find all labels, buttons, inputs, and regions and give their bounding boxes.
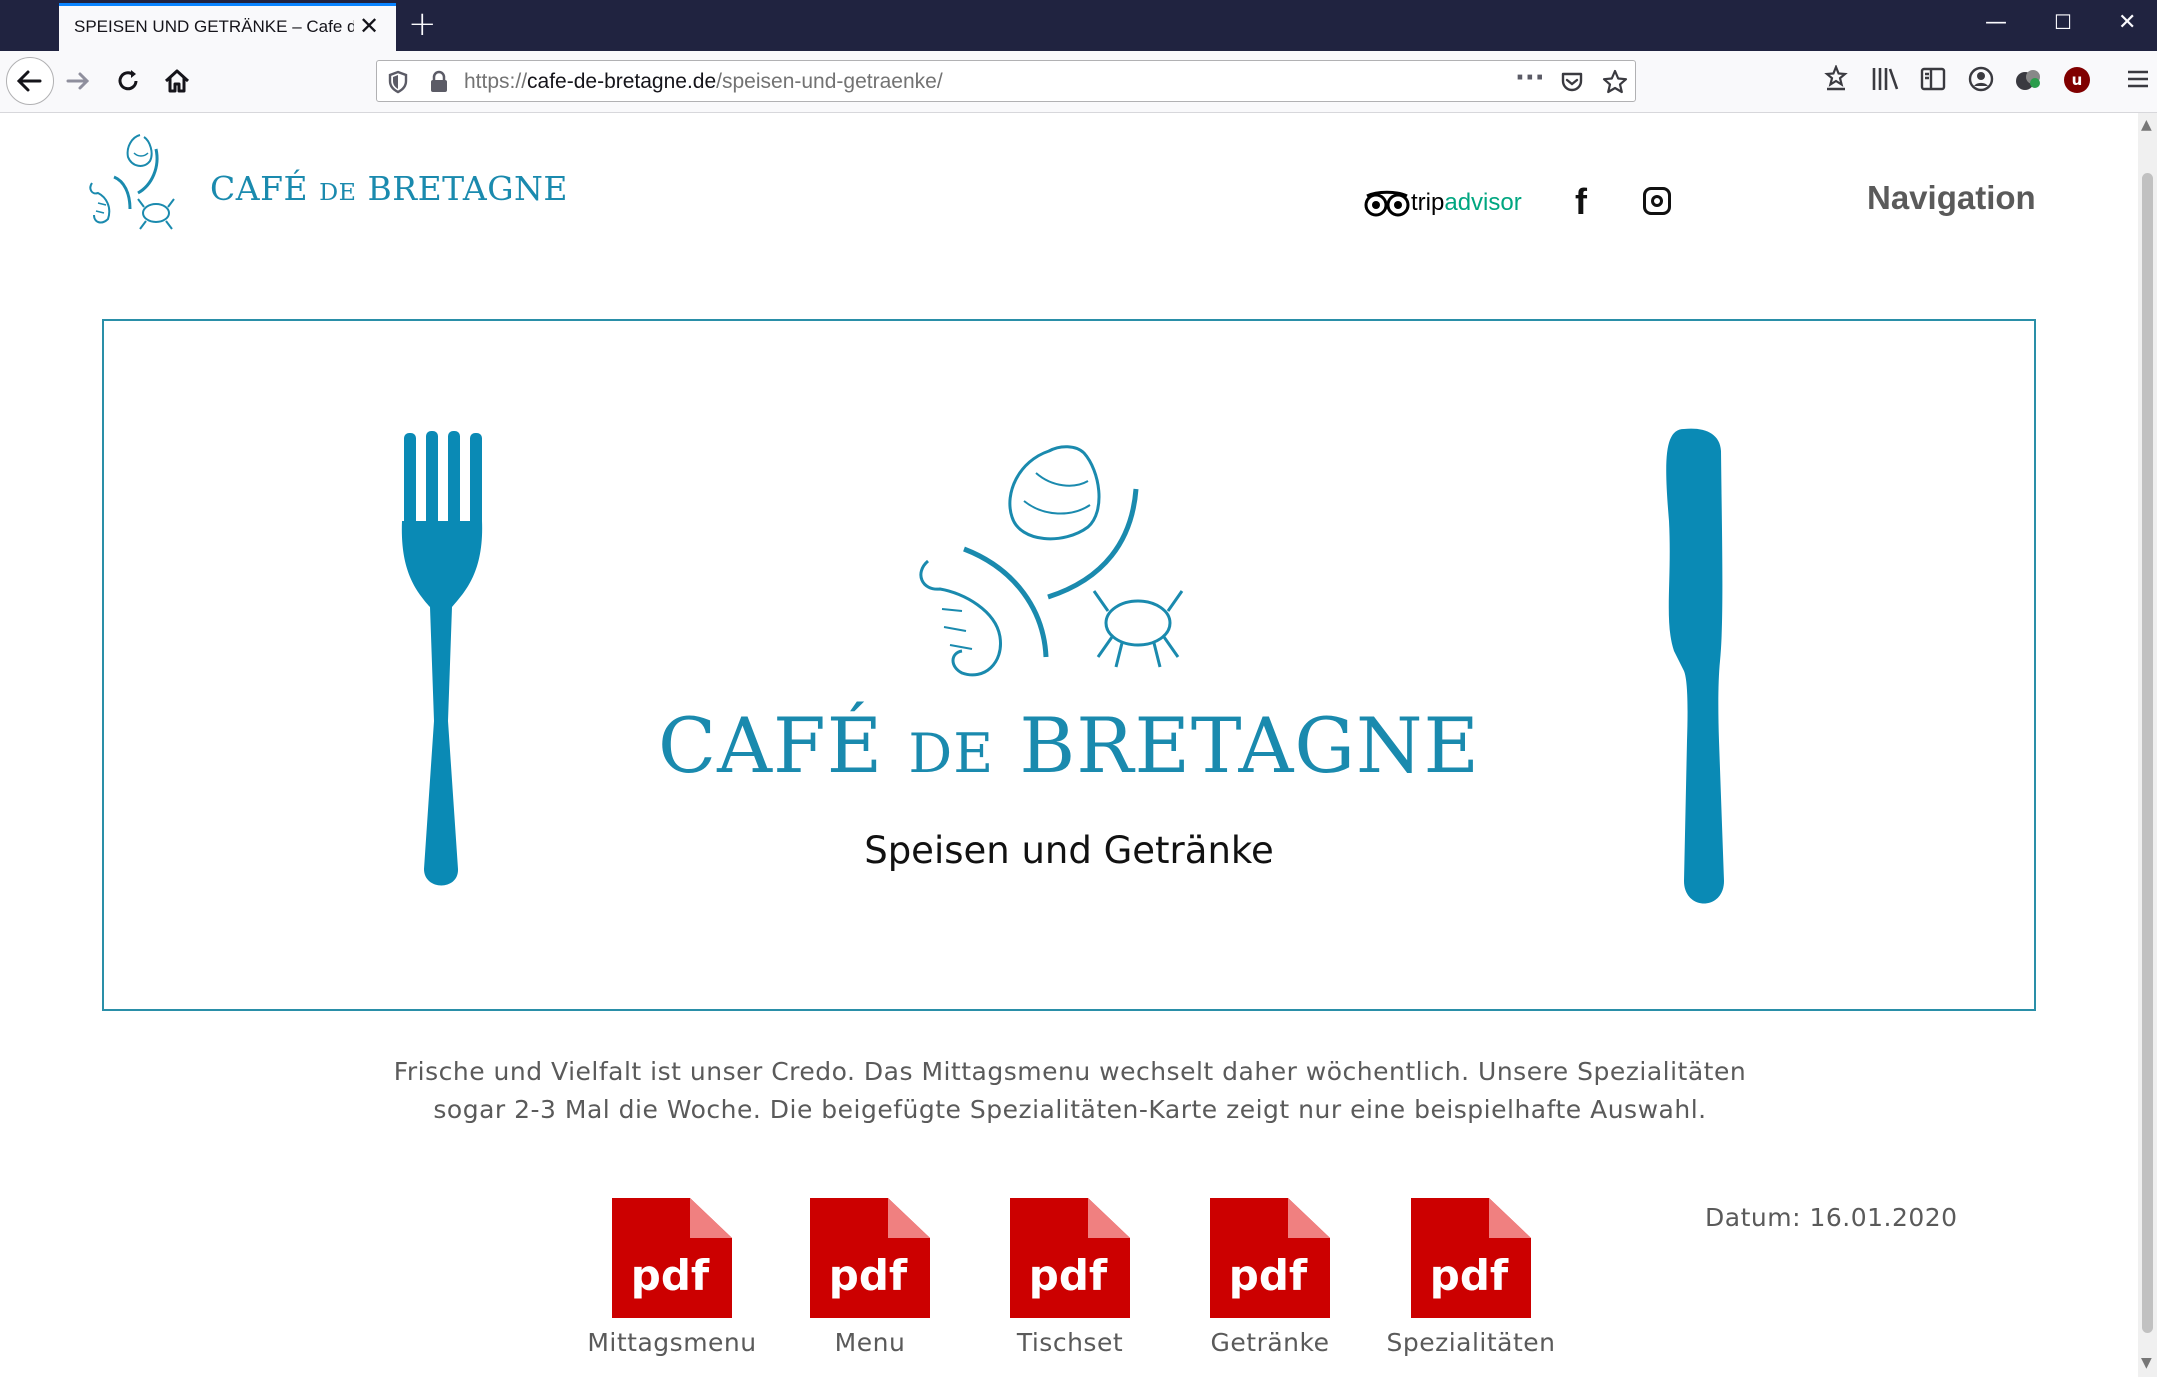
seafood-logo-icon[interactable] [88, 127, 178, 237]
bookmark-star-icon[interactable] [1601, 68, 1629, 96]
reload-icon[interactable] [114, 67, 142, 95]
pdf-file-icon[interactable]: pdf [1411, 1198, 1531, 1318]
tripadvisor-owl-icon [1364, 190, 1410, 217]
back-arrow-icon [16, 70, 42, 92]
seafood-emblem-icon [919, 445, 1184, 677]
logo-word-bretagne: BRETAGNE [367, 169, 569, 208]
download-getraenke[interactable]: pdf Getränke [1180, 1198, 1360, 1357]
svg-text:pdf: pdf [1430, 1251, 1509, 1300]
intro-text: Frische und Vielfalt ist unser Credo. Da… [380, 1053, 1760, 1129]
hero-word-bretagne: BRETAGNE [1019, 701, 1481, 790]
url-bar[interactable]: https://cafe-de-bretagne.de/speisen-und-… [376, 60, 1636, 102]
url-scheme: https:// [464, 70, 528, 93]
maximize-icon[interactable]: ☐ [2054, 10, 2072, 34]
bookmarks-menu-icon[interactable] [1822, 65, 1850, 93]
download-tischset[interactable]: pdf Tischset [980, 1198, 1160, 1357]
download-spezialitaeten[interactable]: pdf Spezialitäten [1381, 1198, 1561, 1357]
pdf-file-icon[interactable]: pdf [1210, 1198, 1330, 1318]
datum-text: Datum: 16.01.2020 [1705, 1203, 1958, 1232]
back-button[interactable] [6, 57, 54, 105]
hero-subtitle: Speisen und Getränke [864, 829, 1274, 872]
download-label[interactable]: Getränke [1180, 1328, 1360, 1357]
account-icon[interactable] [1967, 65, 1995, 93]
download-label[interactable]: Tischset [980, 1328, 1160, 1357]
pdf-file-icon[interactable]: pdf [612, 1198, 732, 1318]
hamburger-menu-icon[interactable] [2124, 65, 2152, 93]
navigation-toolbar: https://cafe-de-bretagne.de/speisen-und-… [0, 51, 2157, 113]
shield-icon[interactable] [387, 70, 409, 94]
site-logo-text[interactable]: CAFÉ DE BRETAGNE [210, 169, 568, 208]
pocket-icon[interactable] [1560, 70, 1584, 94]
lock-icon[interactable] [429, 70, 449, 94]
page-scrollbar[interactable]: ▲ ▼ [2138, 113, 2157, 1377]
facebook-icon[interactable]: f [1575, 181, 1587, 223]
pdf-file-icon[interactable]: pdf [1010, 1198, 1130, 1318]
home-icon[interactable] [162, 66, 192, 96]
svg-text:pdf: pdf [1229, 1251, 1308, 1300]
logo-word-cafe: CAFÉ [210, 169, 309, 208]
download-label[interactable]: Mittagsmenu [582, 1328, 762, 1357]
hero-title: CAFÉ DE BRETAGNE [104, 701, 2034, 790]
instagram-icon[interactable] [1643, 187, 1671, 215]
navigation-toggle[interactable]: Navigation [1867, 179, 2036, 217]
page-viewport: CAFÉ DE BRETAGNE tripadvisor f Navigatio… [0, 113, 2138, 1377]
extension-icon[interactable] [2013, 65, 2043, 93]
hero-banner: CAFÉ DE BRETAGNE Speisen und Getränke [102, 319, 2036, 1011]
hero-word-de: DE [908, 721, 995, 785]
tripadvisor-advisor: advisor [1444, 189, 1522, 216]
tripadvisor-link[interactable]: tripadvisor [1363, 189, 1522, 218]
minimize-icon[interactable]: — [1985, 10, 2007, 35]
download-label[interactable]: Spezialitäten [1381, 1328, 1561, 1357]
download-menu[interactable]: pdf Menu [780, 1198, 960, 1357]
tab-title: SPEISEN UND GETRÄNKE – Cafe de [74, 17, 354, 36]
window-close-icon[interactable]: ✕ [2118, 10, 2136, 35]
url-host: cafe-de-bretagne.de [527, 70, 717, 93]
page-actions-icon[interactable]: ··· [1515, 63, 1545, 93]
close-tab-icon[interactable]: ✕ [359, 12, 379, 40]
intro-line-2: sogar 2-3 Mal die Woche. Die beigefügte … [433, 1095, 1707, 1124]
download-mittagsmenu[interactable]: pdf Mittagsmenu [582, 1198, 762, 1357]
scrollbar-thumb[interactable] [2142, 173, 2153, 1333]
svg-text:pdf: pdf [631, 1251, 710, 1300]
fork-icon [401, 431, 483, 886]
sidebar-icon[interactable] [1919, 65, 1947, 93]
library-icon[interactable] [1870, 65, 1900, 93]
ublock-icon[interactable]: u [2064, 67, 2090, 93]
intro-line-1: Frische und Vielfalt ist unser Credo. Da… [393, 1057, 1747, 1086]
hero-illustration [401, 428, 1724, 904]
pdf-file-icon[interactable]: pdf [810, 1198, 930, 1318]
active-tab[interactable]: SPEISEN UND GETRÄNKE – Cafe de ✕ [59, 3, 396, 51]
new-tab-icon[interactable]: + [408, 4, 437, 44]
tab-bar: SPEISEN UND GETRÄNKE – Cafe de ✕ + — ☐ ✕ [0, 0, 2157, 51]
hero-word-cafe: CAFÉ [657, 701, 884, 790]
logo-word-de: DE [319, 178, 357, 206]
svg-text:pdf: pdf [829, 1251, 908, 1300]
svg-text:pdf: pdf [1029, 1251, 1108, 1300]
scroll-up-icon[interactable]: ▲ [2141, 117, 2152, 133]
forward-icon[interactable] [64, 67, 92, 95]
download-label[interactable]: Menu [780, 1328, 960, 1357]
scroll-down-icon[interactable]: ▼ [2141, 1355, 2152, 1371]
tripadvisor-trip: trip [1411, 189, 1445, 216]
url-path: /speisen-und-getraenke/ [716, 70, 943, 93]
url-text[interactable]: https://cafe-de-bretagne.de/speisen-und-… [464, 70, 943, 94]
